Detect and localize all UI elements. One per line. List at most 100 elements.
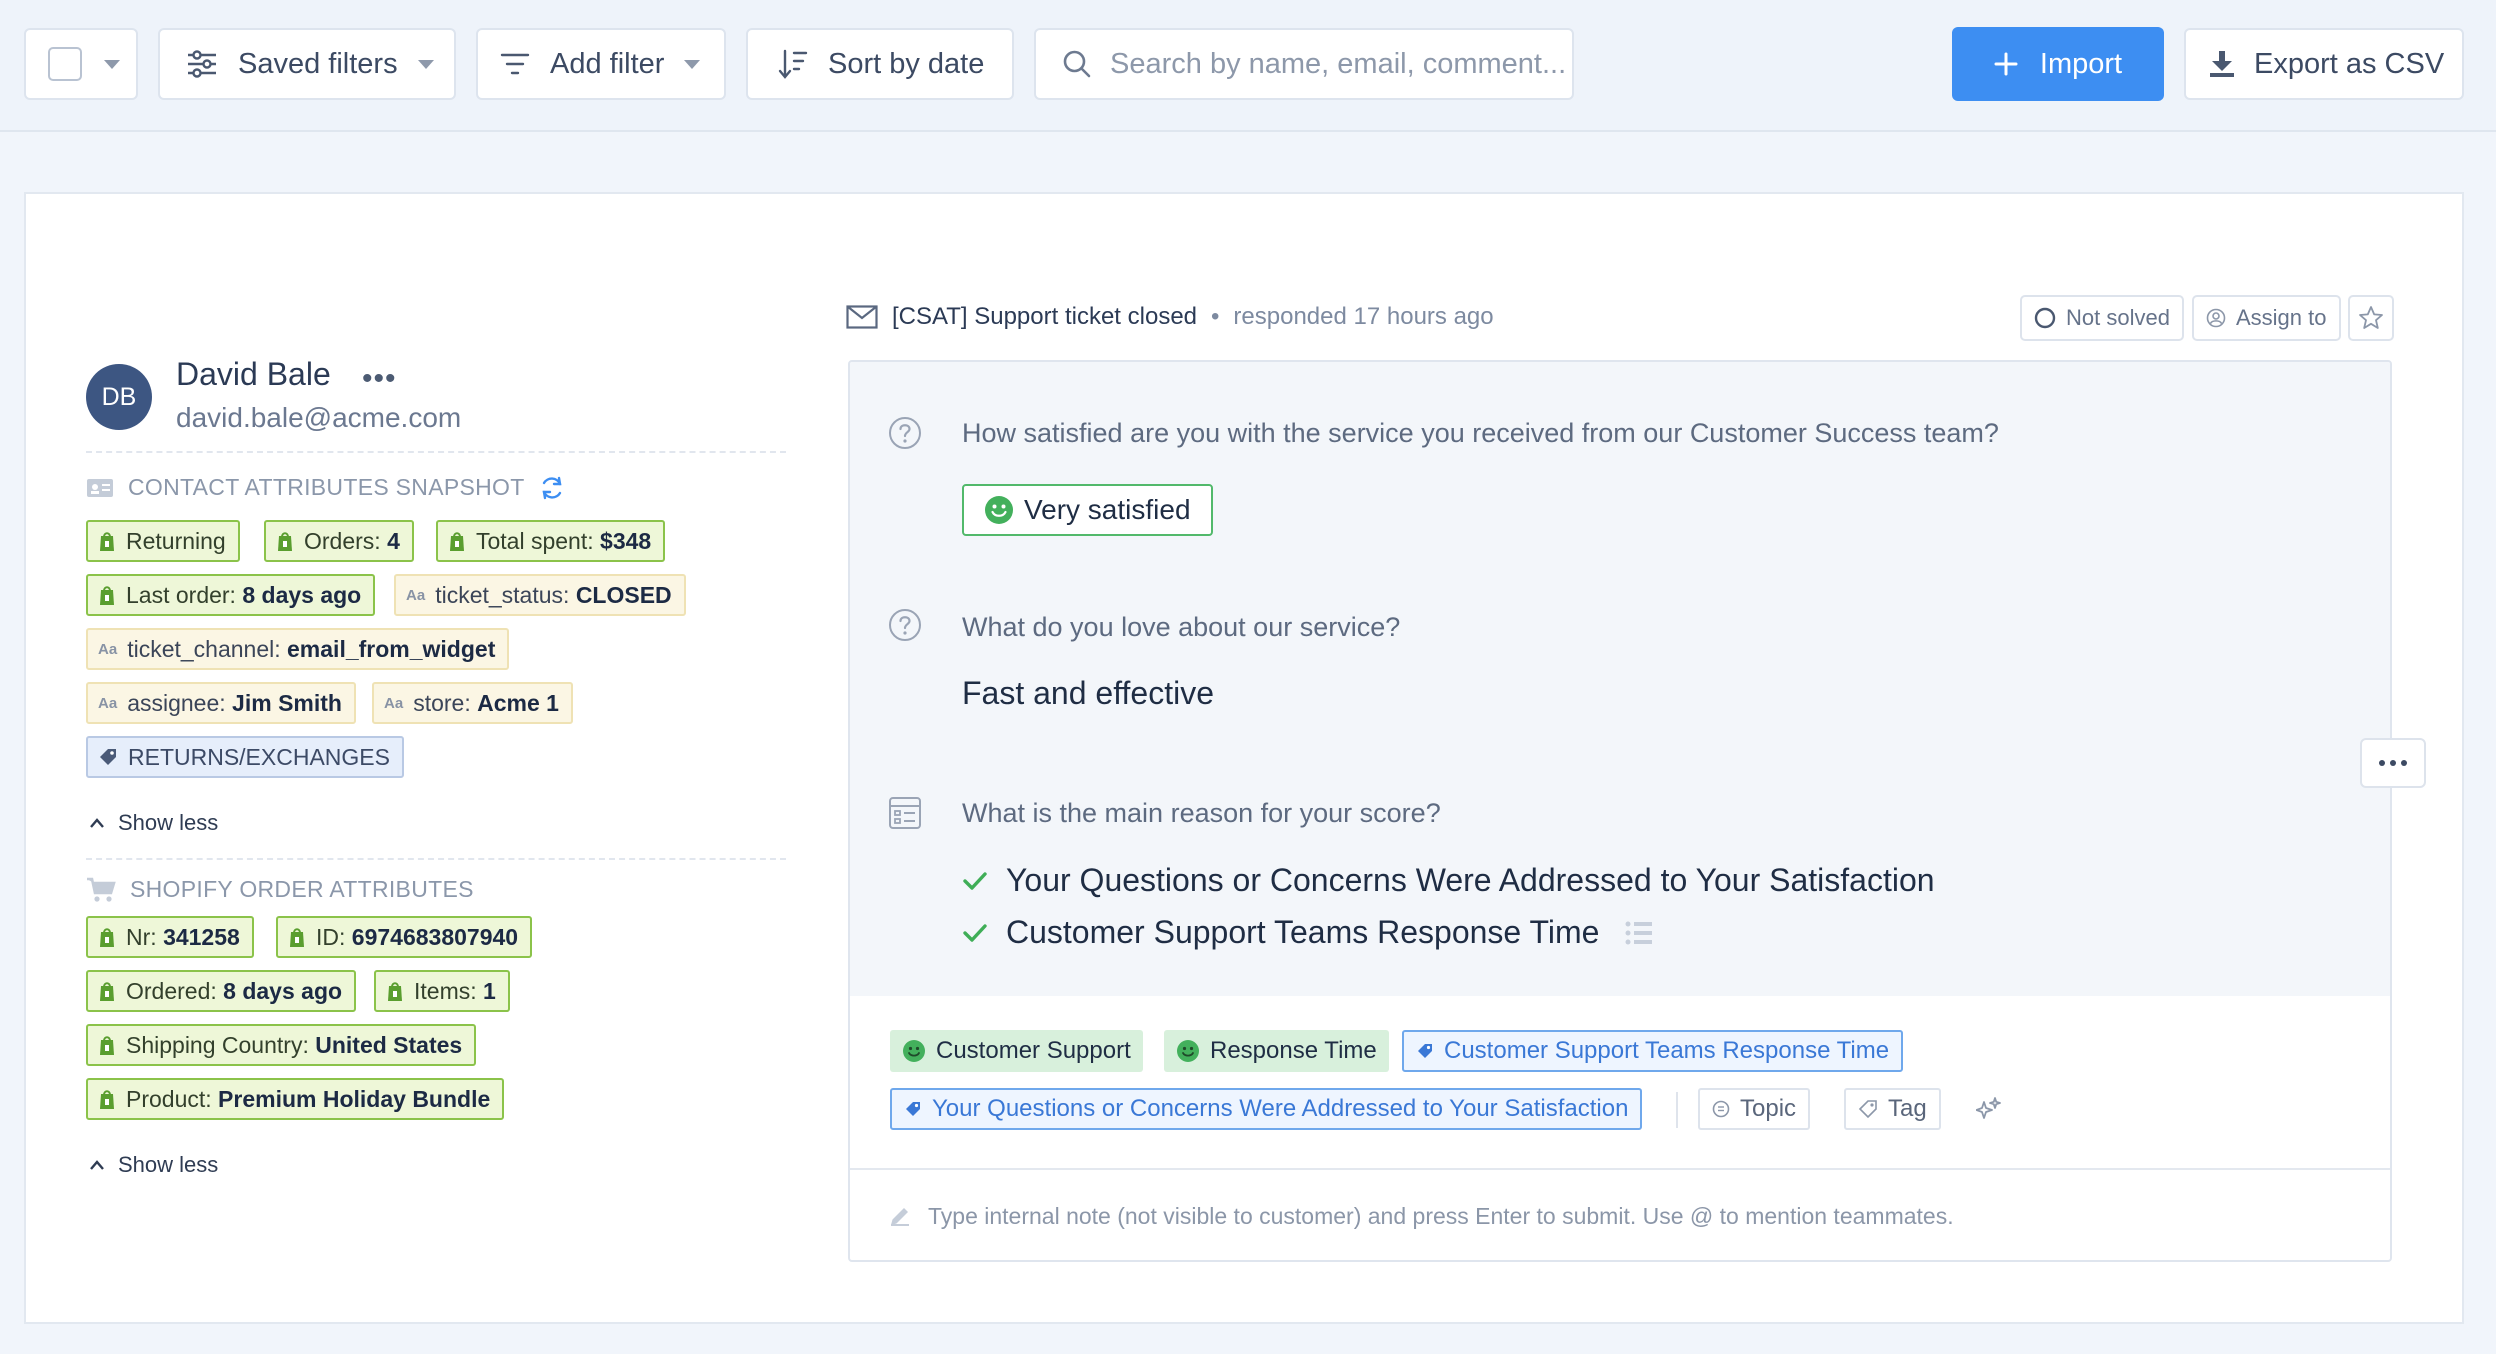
sparkles-icon[interactable] (1976, 1096, 2002, 1124)
shopify-icon (100, 928, 114, 947)
attr-value: 1 (483, 977, 496, 1004)
download-icon (2210, 51, 2234, 77)
attr-returning: Returning (126, 527, 226, 554)
smile-icon (1177, 1040, 1199, 1062)
add-filter-label: Add filter (550, 47, 665, 80)
divider (86, 451, 786, 453)
list-icon[interactable] (1625, 920, 1653, 946)
add-tag-label: Tag (1888, 1095, 1927, 1122)
more-icon[interactable]: ••• (362, 362, 397, 396)
shopify-icon (450, 532, 464, 551)
shopify-icon (290, 928, 304, 947)
not-solved-button[interactable]: Not solved (2020, 295, 2184, 341)
text-attribute-icon: Aa (98, 640, 118, 658)
question-icon (889, 609, 921, 641)
answer-3-option: Customer Support Teams Response Time (962, 914, 1653, 951)
bullet-separator: • (1211, 303, 1220, 330)
attr-key: ID: (316, 923, 346, 950)
show-less-label: Show less (118, 810, 219, 835)
shopify-chip-nr: Nr: 341258 (86, 916, 254, 958)
shopify-icon (278, 532, 292, 551)
response-tag[interactable]: Customer Support Teams Response Time (1402, 1030, 1904, 1072)
contact-name[interactable]: David Bale (176, 356, 331, 393)
question-3: What is the main reason for your score? (962, 798, 1441, 828)
chevron-up-icon (90, 1160, 104, 1170)
import-label: Import (2039, 47, 2123, 80)
shopify-icon (100, 586, 114, 605)
show-less-link[interactable]: Show less (88, 810, 218, 836)
select-all-checkbox[interactable] (48, 47, 82, 81)
add-tag-button[interactable]: Tag (1844, 1088, 1941, 1130)
answer-3-option: Your Questions or Concerns Were Addresse… (962, 862, 1935, 899)
more-options-button[interactable] (2360, 738, 2426, 788)
response-subject: [CSAT] Support ticket closed (892, 303, 1198, 330)
user-circle-icon (2206, 308, 2226, 328)
chevron-down-icon (684, 59, 701, 69)
shopify-chip-country: Shipping Country: United States (86, 1024, 477, 1066)
attr-value: 341258 (163, 923, 240, 950)
import-button[interactable]: Import (1952, 27, 2164, 101)
sort-button[interactable]: Sort by date (746, 28, 1014, 100)
chevron-down-icon (417, 59, 434, 69)
attr-value: 8 days ago (242, 581, 362, 608)
shopify-chip-items: Items: 1 (374, 970, 510, 1012)
attr-value: 6974683807940 (351, 923, 519, 950)
chevron-down-icon (104, 59, 120, 69)
filter-icon (500, 53, 530, 75)
topic-tag[interactable]: Response Time (1164, 1030, 1389, 1072)
sliders-icon (188, 50, 216, 78)
attr-key: Nr: (126, 923, 157, 950)
topic-tag[interactable]: Customer Support (890, 1030, 1143, 1072)
star-icon (2359, 306, 2383, 329)
attr-value: 4 (387, 527, 400, 554)
response-tag-label: Your Questions or Concerns Were Addresse… (932, 1095, 1629, 1122)
id-card-icon (87, 478, 113, 497)
attr-chip-total-spent: Total spent: $348 (436, 520, 666, 562)
select-all-dropdown[interactable] (24, 28, 138, 100)
add-filter-button[interactable]: Add filter (476, 28, 726, 100)
attr-key: Last order: (126, 581, 236, 608)
refresh-icon[interactable] (539, 475, 565, 501)
star-button[interactable] (2348, 295, 2394, 341)
response-tag[interactable]: Your Questions or Concerns Were Addresse… (890, 1088, 1643, 1130)
response-tag-label: Customer Support Teams Response Time (1444, 1037, 1890, 1064)
saved-filters-button[interactable]: Saved filters (158, 28, 456, 100)
form-icon (889, 797, 921, 829)
internal-note-input[interactable]: Type internal note (not visible to custo… (850, 1168, 2390, 1260)
search-placeholder: Search by name, email, comment... (1110, 47, 1567, 80)
topic-tag-label: Response Time (1210, 1037, 1377, 1064)
add-topic-label: Topic (1740, 1095, 1797, 1122)
attr-key: ticket_status: (435, 581, 570, 608)
divider (86, 858, 786, 860)
attr-value: Acme 1 (477, 689, 559, 716)
avatar: DB (86, 364, 152, 430)
attr-key: assignee: (127, 689, 226, 716)
attr-value: United States (315, 1031, 463, 1058)
answer-3-option-2: Customer Support Teams Response Time (1006, 914, 1600, 950)
search-input[interactable]: Search by name, email, comment... (1034, 28, 1574, 100)
tag-icon (1418, 1044, 1432, 1058)
add-topic-button[interactable]: Topic (1698, 1088, 1811, 1130)
text-attribute-icon: Aa (384, 694, 404, 712)
shopify-icon (100, 982, 114, 1001)
envelope-icon (846, 305, 878, 329)
question-icon (889, 417, 921, 449)
response-meta: responded 17 hours ago (1233, 303, 1494, 330)
response-header: [CSAT] Support ticket closed • responded… (846, 303, 1494, 331)
assign-to-button[interactable]: Assign to (2192, 295, 2341, 341)
contact-tag: RETURNS/EXCHANGES (86, 736, 404, 778)
export-csv-button[interactable]: Export as CSV (2184, 28, 2464, 100)
tag-icon (1858, 1100, 1877, 1119)
text-attribute-icon: Aa (98, 694, 118, 712)
show-less-link[interactable]: Show less (88, 1152, 218, 1178)
cart-icon (87, 877, 116, 902)
attr-key: Orders: (304, 527, 381, 554)
shopify-icon (388, 982, 402, 1001)
attr-value: $348 (600, 527, 652, 554)
plus-icon (1994, 52, 2018, 76)
shopify-chip-id: ID: 6974683807940 (276, 916, 533, 958)
more-icon (2379, 760, 2407, 766)
question-1: How satisfied are you with the service y… (962, 418, 1999, 448)
sort-icon (778, 49, 808, 79)
attr-key: Shipping Country: (126, 1031, 309, 1058)
